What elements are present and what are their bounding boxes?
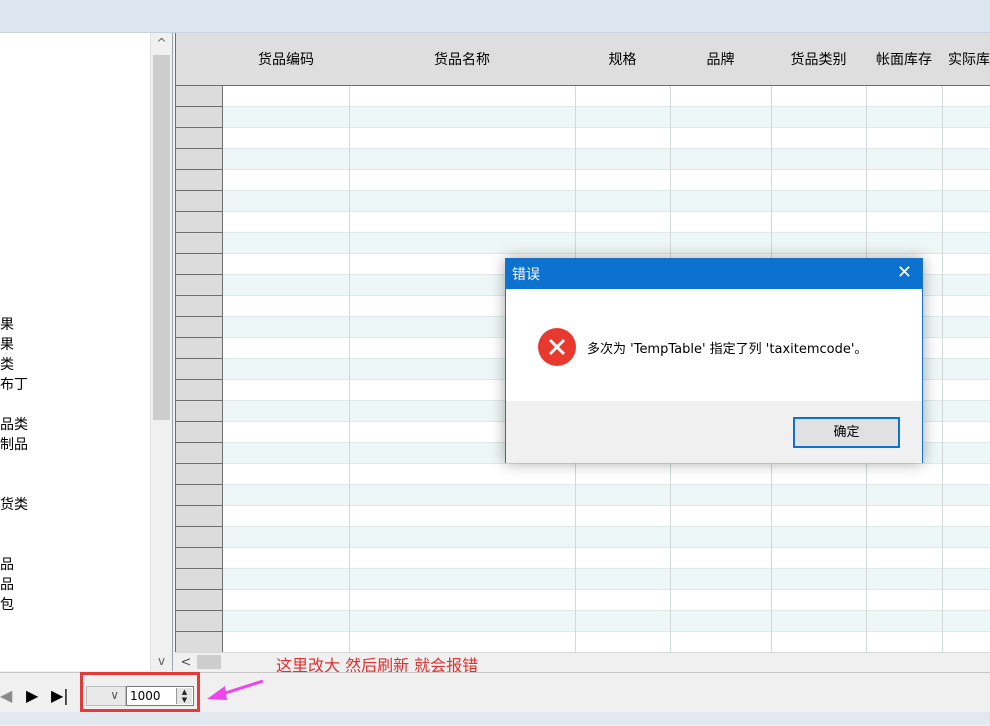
status-strip (0, 712, 990, 725)
row-header[interactable] (176, 569, 223, 590)
table-row[interactable] (223, 170, 990, 191)
row-header[interactable] (176, 401, 223, 422)
column-divider (349, 86, 350, 652)
table-row[interactable] (223, 527, 990, 548)
table-row[interactable] (223, 191, 990, 212)
row-header[interactable] (176, 632, 223, 652)
error-dialog: 错误 ✕ 多次为 'TempTable' 指定了列 'taxitemcode'。… (505, 258, 923, 463)
tree-item[interactable]: 果 (0, 315, 14, 335)
column-header-brand[interactable]: 品牌 (670, 33, 772, 86)
row-header[interactable] (176, 611, 223, 632)
row-header[interactable] (176, 527, 223, 548)
row-header[interactable] (176, 254, 223, 275)
close-icon[interactable]: ✕ (897, 262, 912, 283)
table-row[interactable] (223, 149, 990, 170)
row-header[interactable] (176, 590, 223, 611)
dialog-footer: 确定 (506, 401, 922, 463)
table-row[interactable] (223, 485, 990, 506)
hscroll-thumb[interactable] (197, 655, 221, 669)
column-header-category[interactable]: 货品类别 (771, 33, 867, 86)
tree-vertical-scrollbar[interactable]: ^ v (150, 33, 172, 671)
tree-item[interactable]: 品 (0, 555, 14, 575)
table-row[interactable] (223, 590, 990, 611)
table-row[interactable] (223, 464, 990, 485)
table-row[interactable] (223, 212, 990, 233)
prev-page-icon[interactable]: ◀ (0, 688, 12, 704)
error-icon (538, 328, 576, 366)
scroll-left-icon[interactable]: < (177, 653, 195, 672)
dialog-titlebar[interactable]: 错误 ✕ (506, 259, 922, 289)
table-row[interactable] (223, 107, 990, 128)
row-header[interactable] (176, 317, 223, 338)
column-header-spec[interactable]: 规格 (575, 33, 671, 86)
tree-item[interactable]: 品 (0, 575, 14, 595)
table-row[interactable] (223, 548, 990, 569)
tree-item[interactable]: 品类 (0, 415, 28, 435)
table-row[interactable] (223, 128, 990, 149)
tree-item[interactable]: 包 (0, 595, 14, 615)
grid-corner-header[interactable] (176, 33, 224, 86)
row-header[interactable] (176, 149, 223, 170)
column-header-book-stock[interactable]: 帐面库存 (866, 33, 943, 86)
scroll-down-icon[interactable]: v (151, 651, 172, 671)
row-header[interactable] (176, 506, 223, 527)
row-header[interactable] (176, 233, 223, 254)
row-header[interactable] (176, 296, 223, 317)
column-header-goods-code[interactable]: 货品编码 (223, 33, 350, 86)
row-header[interactable] (176, 107, 223, 128)
table-row[interactable] (223, 233, 990, 254)
row-header[interactable] (176, 464, 223, 485)
row-header[interactable] (176, 212, 223, 233)
table-row[interactable] (223, 632, 990, 652)
table-row[interactable] (223, 86, 990, 107)
tree-item[interactable]: 类 (0, 355, 14, 375)
row-header[interactable] (176, 275, 223, 296)
tree-item[interactable]: 制品 (0, 435, 28, 455)
table-row[interactable] (223, 506, 990, 527)
row-header[interactable] (176, 359, 223, 380)
next-page-icon[interactable]: ▶ (26, 688, 38, 704)
scroll-thumb[interactable] (153, 55, 170, 420)
last-page-icon[interactable]: ▶| (51, 688, 69, 704)
row-header[interactable] (176, 191, 223, 212)
row-header[interactable] (176, 548, 223, 569)
row-header[interactable] (176, 170, 223, 191)
tree-item[interactable]: 布丁 (0, 375, 28, 395)
row-header[interactable] (176, 422, 223, 443)
category-tree[interactable]: 果 果 类 布丁 品类 制品 货类 品 品 包 (0, 33, 173, 671)
scroll-up-icon[interactable]: ^ (151, 33, 172, 53)
row-header[interactable] (176, 128, 223, 149)
top-toolbar (0, 0, 990, 33)
row-header[interactable] (176, 443, 223, 464)
row-header[interactable] (176, 485, 223, 506)
tree-item[interactable]: 果 (0, 335, 14, 355)
table-row[interactable] (223, 569, 990, 590)
highlight-box (80, 672, 200, 712)
error-message: 多次为 'TempTable' 指定了列 'taxitemcode'。 (587, 342, 868, 357)
tree-item[interactable]: 货类 (0, 495, 28, 515)
ok-button[interactable]: 确定 (793, 417, 900, 448)
row-header[interactable] (176, 86, 223, 107)
dialog-title: 错误 (512, 267, 540, 283)
row-header[interactable] (176, 338, 223, 359)
annotation-arrow-icon (207, 679, 264, 700)
column-divider (942, 86, 943, 652)
row-header[interactable] (176, 380, 223, 401)
table-row[interactable] (223, 611, 990, 632)
column-header-goods-name[interactable]: 货品名称 (349, 33, 576, 86)
column-header-actual-stock[interactable]: 实际库 (942, 33, 990, 86)
